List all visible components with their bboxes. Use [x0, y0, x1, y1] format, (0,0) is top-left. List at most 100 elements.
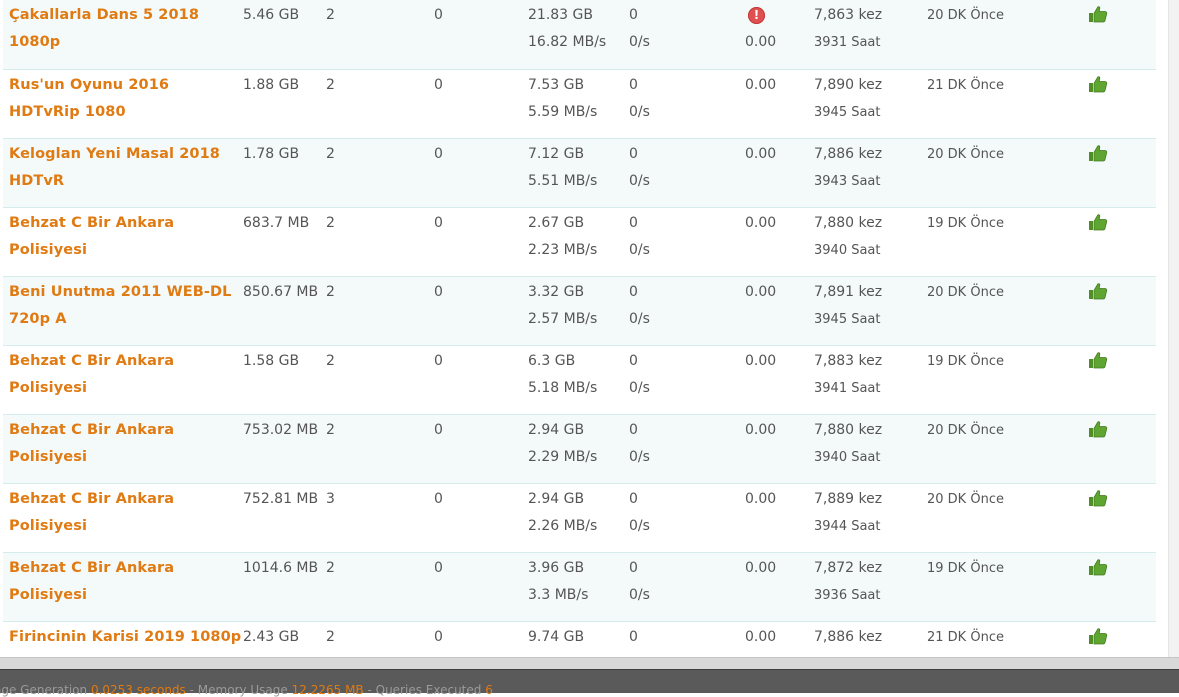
hits-value: 7,883 kez [814, 352, 883, 369]
page-footer: age Generation 0.0253 seconds - Memory U… [0, 657, 1179, 697]
transfer-cell: 7.53 GB 5.59 MB/s [528, 69, 629, 138]
thumbs-up-icon[interactable] [1088, 144, 1108, 172]
count-value: 0 [629, 352, 638, 369]
thumbs-up-icon[interactable] [1088, 420, 1108, 448]
speed: 2.57 MB/s [528, 310, 598, 327]
count-value: 0 [629, 7, 638, 23]
thanks-cell [1088, 483, 1156, 552]
speed: 5.18 MB/s [528, 379, 598, 396]
count-cell: 0 0/s [629, 552, 745, 621]
thanks-cell [1088, 138, 1156, 207]
size-cell: 5.46 GB [243, 0, 326, 69]
leechers-cell: 0 [434, 207, 528, 276]
hours-value: 3940 Saat [814, 242, 881, 258]
ratio-value: 0.00 [745, 628, 777, 645]
table-row: Keloglan Yeni Masal 2018 HDTvR 1.78 GB 2 0 7… [3, 138, 1156, 207]
exclamation-circle-icon: ! [748, 7, 765, 24]
torrent-name-link[interactable]: Beni Unutma 2011 WEB-DL 720p A [9, 284, 231, 327]
rate-value: 0/s [629, 517, 650, 534]
size-cell: 1.58 GB [243, 345, 326, 414]
added-cell: 19 DK Önce [927, 552, 1088, 621]
torrent-name-link[interactable]: Behzat C Bir Ankara Polisiyesi [9, 422, 174, 465]
leechers-cell: 0 [434, 621, 528, 657]
transfer-cell: 9.74 GB [528, 621, 629, 657]
thumbs-up-icon[interactable] [1088, 627, 1108, 655]
name-cell: Rus'un Oyunu 2016 HDTvRip 1080 [3, 69, 243, 138]
size-cell: 1.88 GB [243, 69, 326, 138]
vertical-scrollbar[interactable] [1168, 0, 1179, 657]
size-cell: 1.78 GB [243, 138, 326, 207]
count-value: 0 [629, 145, 638, 162]
thanks-cell [1088, 621, 1156, 657]
total-size: 2.94 GB [528, 421, 585, 438]
torrent-name-link[interactable]: Behzat C Bir Ankara Polisiyesi [9, 215, 174, 258]
rate-value: 0/s [629, 586, 650, 603]
name-cell: Behzat C Bir Ankara Polisiyesi [3, 483, 243, 552]
torrent-name-link[interactable]: Firincinin Karisi 2019 1080p [9, 629, 241, 645]
torrent-name-link[interactable]: Keloglan Yeni Masal 2018 HDTvR [9, 146, 220, 189]
thanks-cell [1088, 69, 1156, 138]
count-value: 0 [629, 214, 638, 231]
leechers-cell: 0 [434, 0, 528, 69]
size-cell: 753.02 MB [243, 414, 326, 483]
hours-value: 3943 Saat [814, 173, 881, 189]
rate-value: 0/s [629, 103, 650, 120]
rate-value: 0/s [629, 241, 650, 258]
name-cell: Behzat C Bir Ankara Polisiyesi [3, 414, 243, 483]
count-value: 0 [629, 490, 638, 507]
table-row: Çakallarla Dans 5 2018 1080p 5.46 GB 2 0 21.… [3, 0, 1156, 69]
leechers-cell: 0 [434, 138, 528, 207]
torrent-name-link[interactable]: Behzat C Bir Ankara Polisiyesi [9, 560, 174, 603]
ratio-cell: 0.00 [745, 276, 814, 345]
size-cell: 752.81 MB [243, 483, 326, 552]
queries-value: 6 [485, 683, 493, 697]
torrent-name-link[interactable]: Behzat C Bir Ankara Polisiyesi [9, 353, 174, 396]
hits-value: 7,880 kez [814, 214, 883, 231]
hits-cell: 7,863 kez 3931 Saat [814, 0, 927, 69]
thumbs-up-icon[interactable] [1088, 489, 1108, 517]
count-cell: 0 0/s [629, 69, 745, 138]
table-row: Rus'un Oyunu 2016 HDTvRip 1080 1.88 GB 2 0 7… [3, 69, 1156, 138]
thumbs-up-icon[interactable] [1088, 558, 1108, 586]
thanks-cell [1088, 0, 1156, 69]
torrent-name-link[interactable]: Rus'un Oyunu 2016 HDTvRip 1080 [9, 77, 169, 120]
thumbs-up-icon[interactable] [1088, 5, 1108, 33]
total-size: 2.94 GB [528, 490, 585, 507]
name-cell: Çakallarla Dans 5 2018 1080p [3, 0, 243, 69]
hours-value: 3941 Saat [814, 380, 881, 396]
total-size: 2.67 GB [528, 214, 585, 231]
table-row: Behzat C Bir Ankara Polisiyesi 1014.6 MB 2… [3, 552, 1156, 621]
hits-cell: 7,883 kez 3941 Saat [814, 345, 927, 414]
ratio-value: 0.00 [745, 214, 777, 231]
thumbs-up-icon[interactable] [1088, 213, 1108, 241]
leechers-cell: 0 [434, 69, 528, 138]
count-cell: 0 [629, 621, 745, 657]
thumbs-up-icon[interactable] [1088, 282, 1108, 310]
torrent-name-link[interactable]: Behzat C Bir Ankara Polisiyesi [9, 491, 174, 534]
total-size: 21.83 GB [528, 7, 593, 23]
memory-value: 12.2265 MB [291, 683, 364, 697]
rate-value: 0/s [629, 172, 650, 189]
thumbs-up-icon[interactable] [1088, 75, 1108, 103]
hours-value: 3945 Saat [814, 104, 881, 120]
size-cell: 2.43 GB [243, 621, 326, 657]
ratio-cell: 0.00 [745, 345, 814, 414]
hits-cell: 7,872 kez 3936 Saat [814, 552, 927, 621]
added-cell: 20 DK Önce [927, 138, 1088, 207]
queries-label: Queries Executed [375, 683, 482, 697]
transfer-cell: 7.12 GB 5.51 MB/s [528, 138, 629, 207]
ratio-value: 0.00 [745, 352, 777, 369]
torrent-table: Çakallarla Dans 5 2018 1080p 5.46 GB 2 0 21.… [3, 0, 1156, 657]
hours-value: 3944 Saat [814, 518, 881, 534]
thumbs-up-icon[interactable] [1088, 351, 1108, 379]
count-value: 0 [629, 421, 638, 438]
generation-label: age Generation [0, 683, 88, 697]
torrent-name-link[interactable]: Çakallarla Dans 5 2018 1080p [9, 7, 199, 50]
seeders-cell: 2 [326, 0, 434, 69]
seeders-cell: 2 [326, 276, 434, 345]
seeders-cell: 2 [326, 138, 434, 207]
hits-cell: 7,880 kez 3940 Saat [814, 207, 927, 276]
size-cell: 1014.6 MB [243, 552, 326, 621]
hits-value: 7,863 kez [814, 7, 883, 23]
seeders-cell: 2 [326, 414, 434, 483]
